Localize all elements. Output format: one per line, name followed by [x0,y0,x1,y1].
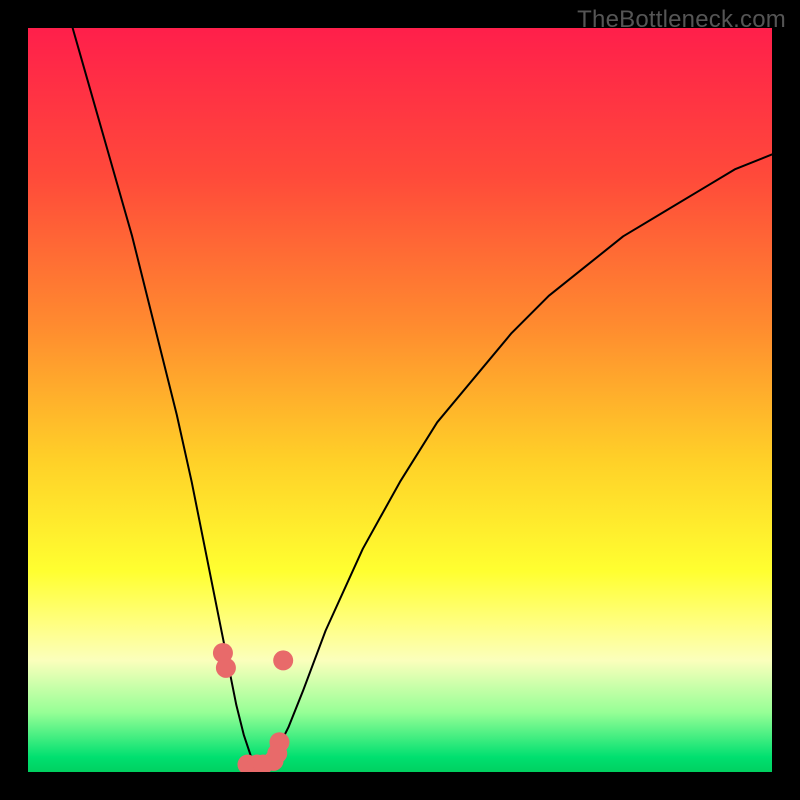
plot-area [28,28,772,772]
marker-point [269,732,289,752]
marker-point [216,658,236,678]
chart-svg [28,28,772,772]
chart-frame: TheBottleneck.com [0,0,800,800]
gradient-background [28,28,772,772]
marker-point [273,650,293,670]
